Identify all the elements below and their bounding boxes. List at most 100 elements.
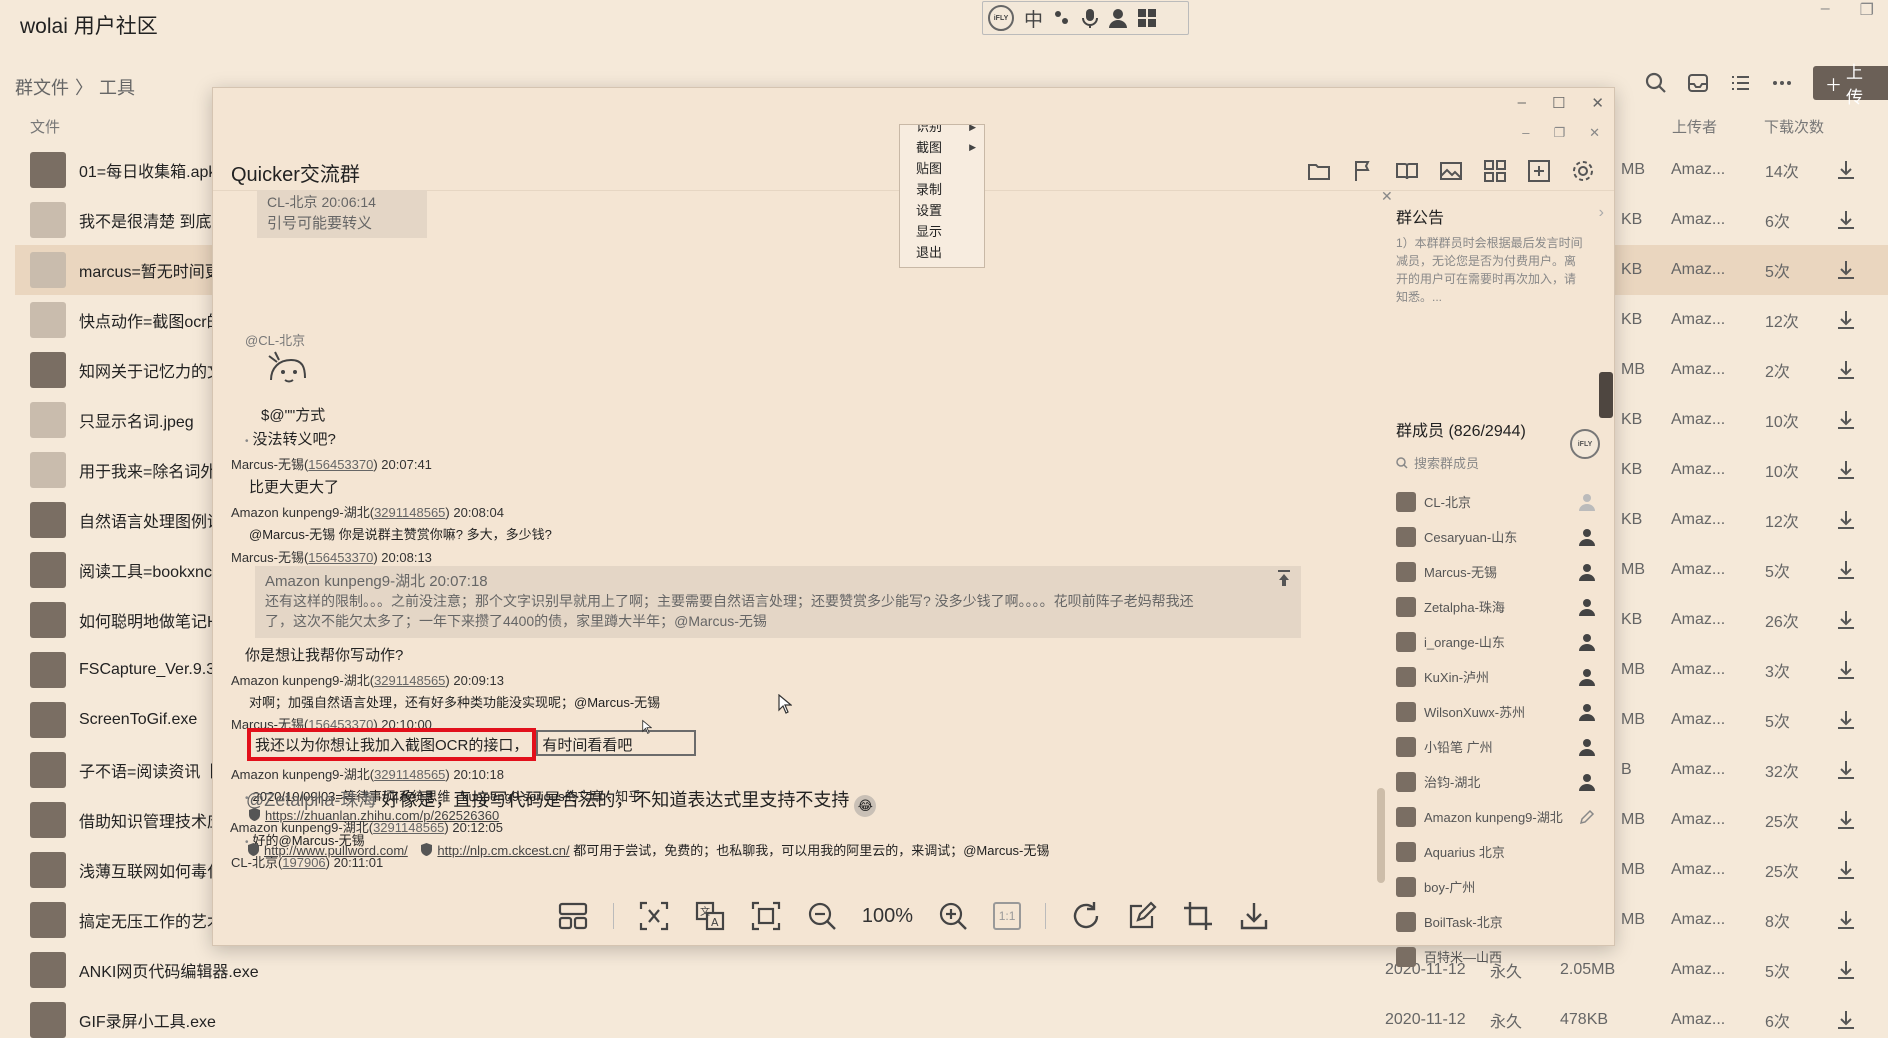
download-icon[interactable] — [1835, 159, 1857, 181]
file-name[interactable]: 用于我来=除名词外 — [79, 458, 216, 482]
download-icon[interactable] — [1835, 459, 1857, 481]
download-icon[interactable] — [1835, 909, 1857, 931]
member-item[interactable]: CL-北京 — [1396, 484, 1596, 519]
member-item[interactable]: Marcus-无锡 — [1396, 554, 1596, 589]
ime-toolbar[interactable]: iFLY 中 — [982, 1, 1189, 35]
context-menu-item[interactable]: 贴图 — [916, 158, 984, 179]
search-icon[interactable] — [1645, 72, 1667, 94]
file-name[interactable]: 01=每日收集箱.apk — [79, 158, 216, 182]
zoom-in-icon[interactable] — [937, 900, 969, 932]
download-icon[interactable] — [1835, 809, 1857, 831]
pullword-link[interactable]: http://www.pullword.com/ — [264, 843, 408, 858]
context-menu-item[interactable]: 设置 — [916, 200, 984, 221]
rotate-icon[interactable] — [1070, 900, 1102, 932]
breadcrumb-root[interactable]: 群文件 — [15, 74, 69, 100]
crop-icon[interactable] — [1182, 900, 1214, 932]
member-item[interactable]: KuXin-泸州 — [1396, 659, 1596, 694]
punctuation-icon[interactable] — [1053, 9, 1071, 27]
zoom-out-icon[interactable] — [806, 900, 838, 932]
more-icon[interactable] — [1771, 72, 1793, 94]
breadcrumb-current[interactable]: 工具 — [99, 74, 135, 100]
file-row[interactable]: GIF录屏小工具.exe 2020-11-12 永久 478KB Amaz... 6次 — [15, 995, 1888, 1038]
file-name[interactable]: ANKI网页代码编辑器.exe — [79, 958, 259, 982]
download-icon[interactable] — [1835, 1009, 1857, 1031]
actual-size-button[interactable]: 1:1 — [993, 902, 1022, 930]
file-name[interactable]: 借助知识管理技术应 — [79, 808, 223, 832]
member-item[interactable]: i_orange-山东 — [1396, 624, 1596, 659]
download-icon[interactable] — [1835, 209, 1857, 231]
context-menu-item[interactable]: 识别 ▶ — [916, 125, 984, 137]
download-icon[interactable] — [1835, 309, 1857, 331]
maximize-icon[interactable]: ❐ — [1860, 0, 1874, 20]
grid-icon[interactable] — [1137, 8, 1157, 28]
download-icon[interactable] — [1835, 759, 1857, 781]
ckcest-link[interactable]: http://nlp.cm.ckcest.cn/ — [437, 843, 569, 858]
download-icon[interactable] — [1238, 900, 1270, 932]
maximize-icon[interactable]: ☐ — [1552, 94, 1565, 112]
file-row[interactable]: ANKI网页代码编辑器.exe 2020-11-12 永久 2.05MB Amaz...… — [15, 945, 1888, 995]
inbox-icon[interactable] — [1687, 72, 1709, 94]
chevron-right-icon[interactable]: › — [1599, 204, 1604, 222]
file-name[interactable]: 只显示名词.jpeg — [79, 408, 194, 432]
translate-icon[interactable]: 文A — [694, 900, 726, 932]
edit-icon[interactable] — [1126, 900, 1158, 932]
download-icon[interactable] — [1835, 259, 1857, 281]
download-icon[interactable] — [1835, 709, 1857, 731]
member-item[interactable]: Amazon kunpeng9-湖北 — [1396, 799, 1596, 834]
upload-button[interactable]: ＋ 上传 — [1813, 63, 1888, 107]
file-name[interactable]: marcus=暂无时间更 — [79, 258, 221, 282]
member-item[interactable]: 小铅笔 广州 — [1396, 729, 1596, 764]
close-icon[interactable]: ✕ — [1591, 94, 1604, 112]
sender-id-link[interactable]: 156453370 — [308, 457, 373, 472]
context-menu-item[interactable]: 录制 — [916, 179, 984, 200]
member-item[interactable]: Cesaryuan-山东 — [1396, 519, 1596, 554]
download-icon[interactable] — [1835, 509, 1857, 531]
download-icon[interactable] — [1835, 609, 1857, 631]
minimize-icon[interactable]: – — [1821, 0, 1830, 20]
user-icon[interactable] — [1109, 8, 1128, 28]
sender-id-link[interactable]: 3291148565 — [374, 673, 445, 688]
minimize-icon[interactable]: – — [1518, 94, 1526, 112]
file-name[interactable]: 自然语言处理图例说 — [79, 508, 223, 532]
layout-icon[interactable] — [557, 900, 589, 932]
member-item[interactable]: 治钧-湖北 — [1396, 764, 1596, 799]
download-icon[interactable] — [1835, 359, 1857, 381]
chat-scrollbar[interactable] — [1377, 788, 1385, 883]
file-name[interactable]: 阅读工具=bookxnc — [79, 558, 212, 582]
member-search[interactable]: 搜索群成员 — [1396, 453, 1479, 472]
file-name[interactable]: 快点动作=截图ocr的 — [79, 308, 223, 332]
context-menu-item[interactable]: 截图 ▶ — [916, 137, 984, 158]
download-icon[interactable] — [1835, 659, 1857, 681]
iflytek-logo-icon[interactable]: iFLY — [988, 5, 1014, 31]
file-name[interactable]: 子不语=阅读资讯【( — [79, 758, 222, 782]
column-downloads[interactable]: 下载次数 — [1764, 116, 1824, 137]
file-name[interactable]: 我不是很清楚 到底多 — [79, 208, 227, 232]
download-icon[interactable] — [1835, 859, 1857, 881]
fit-screen-icon[interactable] — [750, 900, 782, 932]
member-item[interactable]: Aquarius 北京 — [1396, 834, 1596, 869]
file-name[interactable]: 知网关于记忆力的文 — [79, 358, 223, 382]
sender-id-link[interactable]: 3291148565 — [374, 505, 445, 520]
close-icon[interactable]: ✕ — [1381, 188, 1393, 205]
microphone-icon[interactable] — [1081, 8, 1099, 28]
download-icon[interactable] — [1835, 959, 1857, 981]
member-item[interactable]: Zetalpha-珠海 — [1396, 589, 1596, 624]
context-menu-item[interactable]: 显示 — [916, 221, 984, 242]
ocr-icon[interactable] — [638, 900, 670, 932]
ime-mode-indicator[interactable]: 中 — [1024, 5, 1043, 32]
notice-title[interactable]: 群公告 — [1396, 204, 1606, 228]
iflytek-float-icon[interactable]: iFLY — [1570, 429, 1600, 459]
sender-id-link[interactable]: 156453370 — [308, 550, 373, 565]
file-name[interactable]: 浅薄互联网如何毒化 — [79, 858, 223, 882]
member-item[interactable]: WilsonXuwx-苏州 — [1396, 694, 1596, 729]
file-name[interactable]: 如何聪明地做笔记H — [79, 608, 219, 632]
side-scrollbar[interactable] — [1599, 372, 1613, 418]
file-name[interactable]: GIF录屏小工具.exe — [79, 1008, 216, 1032]
context-menu-item[interactable]: 退出 — [916, 242, 984, 263]
list-view-icon[interactable] — [1729, 72, 1751, 94]
file-name[interactable]: ScreenToGif.exe — [79, 711, 197, 729]
column-uploader[interactable]: 上传者 — [1672, 116, 1717, 137]
sender-id-link[interactable]: 3291148565 — [373, 820, 444, 835]
file-name[interactable]: 搞定无压工作的艺术 — [79, 908, 223, 932]
download-icon[interactable] — [1835, 559, 1857, 581]
